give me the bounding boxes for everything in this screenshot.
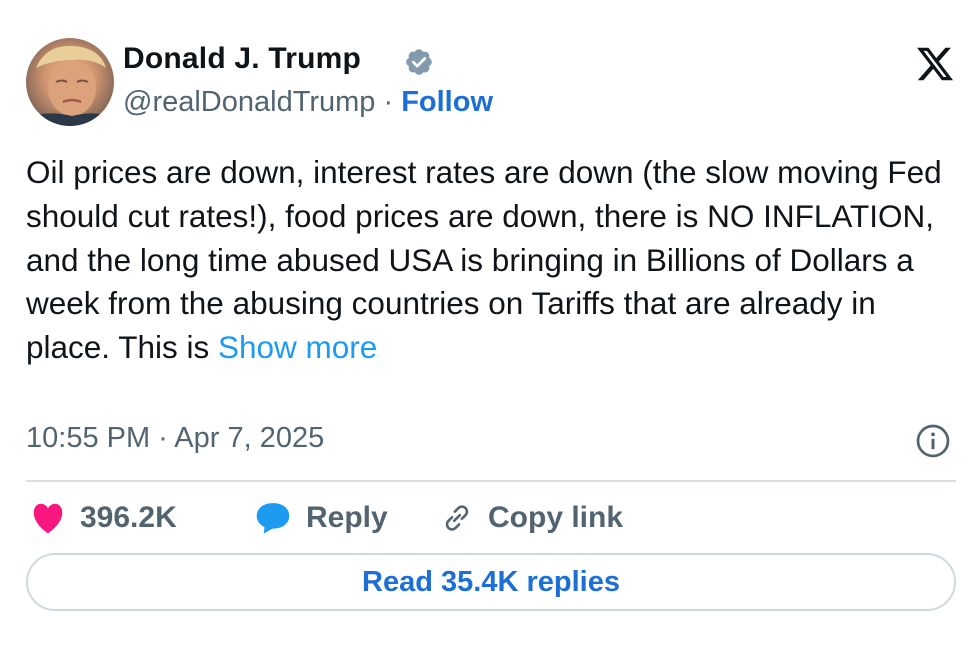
avatar-portrait xyxy=(26,45,114,126)
reply-button[interactable]: Reply xyxy=(254,496,388,540)
copy-link-label: Copy link xyxy=(488,501,624,534)
handle-separator: · xyxy=(375,86,402,118)
post-text-block: Oil prices are down, interest rates are … xyxy=(26,151,966,370)
link-icon xyxy=(445,505,469,531)
reply-label: Reply xyxy=(306,501,388,534)
copy-link-button[interactable]: Copy link xyxy=(440,496,623,540)
info-icon[interactable] xyxy=(915,423,951,459)
like-count: 396.2K xyxy=(80,501,177,534)
divider xyxy=(26,480,956,482)
post-timestamp[interactable]: 10:55 PM · Apr 7, 2025 xyxy=(26,422,324,455)
post-text: Oil prices are down, interest rates are … xyxy=(26,154,942,366)
author-name[interactable]: Donald J. Trump xyxy=(123,42,361,76)
like-button[interactable]: 396.2K xyxy=(30,496,177,540)
read-replies-label: Read 35.4K replies xyxy=(362,565,620,598)
x-logo-icon[interactable] xyxy=(914,44,956,84)
heart-icon xyxy=(33,503,63,534)
speech-bubble-icon xyxy=(256,503,290,534)
author-handle[interactable]: @realDonaldTrump xyxy=(123,86,375,118)
embedded-post-card: Donald J. Trump @realDonaldTrump · Follo… xyxy=(0,0,980,653)
follow-button[interactable]: Follow xyxy=(401,86,493,118)
read-replies-button[interactable]: Read 35.4K replies xyxy=(26,553,956,611)
handle-row: @realDonaldTrump · Follow xyxy=(123,86,493,119)
show-more-link[interactable]: Show more xyxy=(218,329,377,365)
avatar[interactable] xyxy=(26,38,114,126)
verified-badge-icon xyxy=(406,49,432,75)
